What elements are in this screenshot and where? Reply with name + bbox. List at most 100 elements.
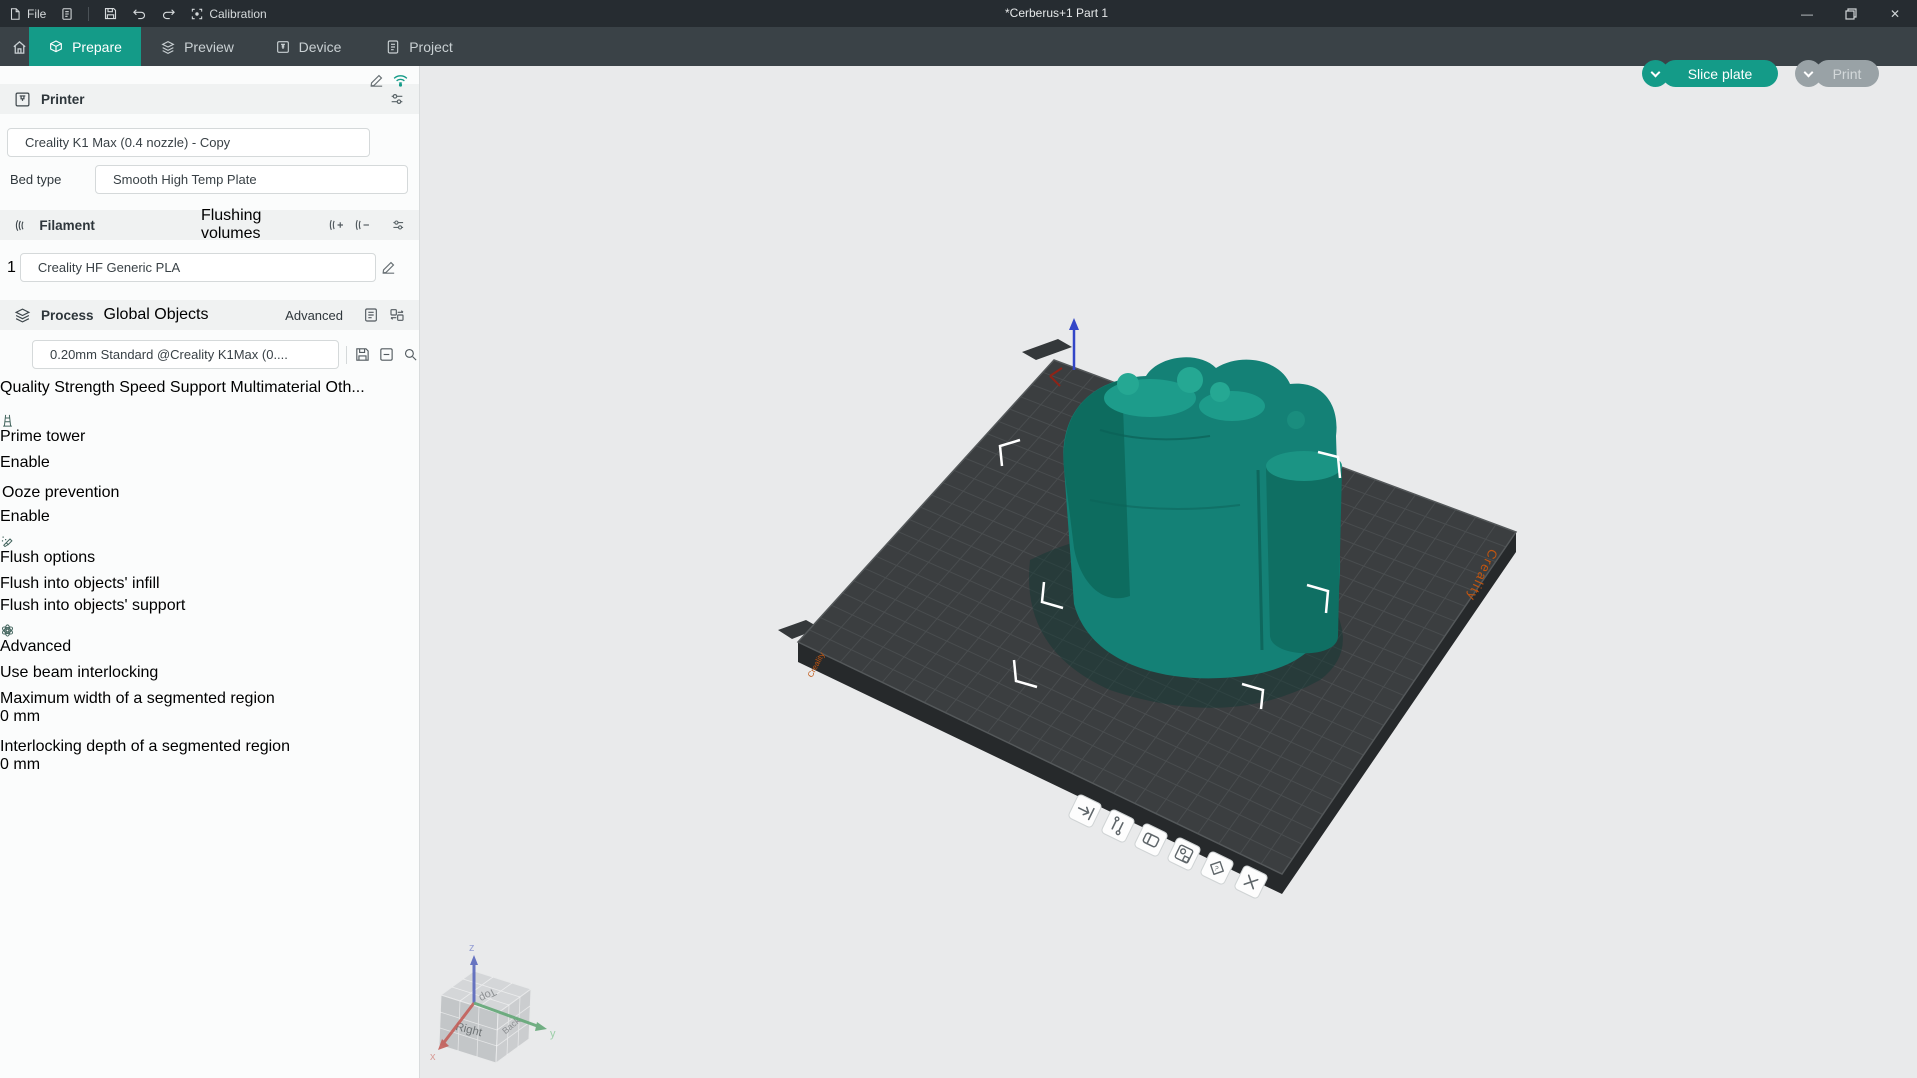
project-icon bbox=[385, 39, 401, 55]
process-preset-value: 0.20mm Standard @Creality K1Max (0.... bbox=[50, 347, 288, 362]
process-section-title: Process bbox=[41, 308, 94, 323]
file-menu[interactable]: File bbox=[8, 7, 46, 21]
interlocking-depth-label: Interlocking depth of a segmented region bbox=[0, 738, 290, 755]
filament-section-header: Filament Flushing volumes bbox=[0, 210, 419, 240]
tab-prepare-label: Prepare bbox=[72, 39, 122, 55]
slice-plate-button[interactable]: Slice plate bbox=[1662, 60, 1778, 87]
flush-options-header: Flush options bbox=[0, 534, 419, 567]
printer-settings-icon[interactable] bbox=[389, 91, 405, 107]
tab-support[interactable]: Support bbox=[170, 379, 226, 396]
flush-support-label: Flush into objects' support bbox=[0, 597, 185, 614]
max-width-value: 0 bbox=[0, 708, 9, 725]
save-preset-icon[interactable] bbox=[354, 346, 371, 363]
filament-slot-badge: 1 bbox=[7, 259, 16, 277]
ooze-prevention-title: Ooze prevention bbox=[2, 484, 119, 501]
scope-objects[interactable]: Objects bbox=[154, 306, 208, 323]
filament-settings-icon[interactable] bbox=[391, 217, 406, 233]
wifi-icon[interactable] bbox=[392, 72, 409, 89]
edit-filament-icon[interactable] bbox=[380, 259, 397, 276]
filament-section-title: Filament bbox=[39, 218, 95, 233]
max-width-input[interactable]: 0 mm bbox=[0, 708, 419, 726]
process-preset-select[interactable]: 0.20mm Standard @Creality K1Max (0.... bbox=[32, 340, 339, 369]
bed-type-label: Bed type bbox=[10, 172, 95, 187]
window-title: *Cerberus+1 Part 1 bbox=[1005, 6, 1108, 20]
param-table-icon[interactable] bbox=[363, 307, 379, 323]
undo-icon[interactable] bbox=[132, 6, 147, 21]
file-menu-label: File bbox=[27, 7, 46, 21]
prime-tower-title: Prime tower bbox=[0, 428, 85, 445]
tab-multimaterial[interactable]: Multimaterial bbox=[230, 379, 321, 396]
redo-icon[interactable] bbox=[161, 6, 176, 21]
printer-name: Creality K1 Max (0.4 nozzle) - Copy bbox=[25, 135, 230, 150]
tab-preview-label: Preview bbox=[184, 39, 234, 55]
flushing-volumes-button[interactable]: Flushing volumes bbox=[201, 207, 314, 243]
tab-project[interactable]: Project bbox=[380, 27, 458, 66]
flush-options-icon bbox=[0, 534, 15, 549]
ooze-enable-label: Enable bbox=[0, 508, 50, 525]
advanced-label: Advanced bbox=[285, 308, 343, 323]
print-button[interactable]: Print bbox=[1815, 60, 1879, 87]
interlocking-depth-input[interactable]: 0 mm bbox=[0, 756, 419, 774]
printer-section-title: Printer bbox=[41, 92, 85, 107]
print-button-label: Print bbox=[1833, 66, 1862, 82]
home-icon bbox=[11, 39, 28, 56]
close-button[interactable]: ✕ bbox=[1873, 0, 1917, 27]
device-icon bbox=[275, 39, 291, 55]
edit-printer-icon[interactable] bbox=[368, 72, 385, 89]
filament-select[interactable]: Creality HF Generic PLA bbox=[20, 253, 376, 282]
plate-tab-back bbox=[1022, 339, 1072, 360]
tab-others[interactable]: Oth... bbox=[326, 379, 365, 396]
save-icon[interactable] bbox=[103, 6, 118, 21]
calibration-menu-label: Calibration bbox=[209, 7, 266, 21]
axis-y-label: y bbox=[550, 1028, 556, 1040]
tab-project-label: Project bbox=[409, 39, 453, 55]
printer-section-header: Printer bbox=[0, 84, 419, 114]
printer-icon bbox=[14, 91, 31, 108]
flush-options-title: Flush options bbox=[0, 549, 95, 566]
prepare-icon bbox=[48, 39, 64, 55]
advanced-settings-icon bbox=[0, 623, 15, 638]
advanced-settings-title: Advanced bbox=[0, 638, 71, 655]
remove-preset-icon[interactable] bbox=[378, 346, 395, 363]
max-width-unit: mm bbox=[13, 708, 40, 725]
model-cerberus-part[interactable] bbox=[1063, 357, 1342, 678]
axis-x-label: x bbox=[430, 1051, 436, 1063]
tab-speed[interactable]: Speed bbox=[119, 379, 165, 396]
printer-select[interactable]: Creality K1 Max (0.4 nozzle) - Copy bbox=[7, 128, 370, 157]
advanced-settings-header: Advanced bbox=[0, 623, 419, 656]
bed-type-select[interactable]: Smooth High Temp Plate bbox=[95, 165, 408, 194]
interlocking-depth-unit: mm bbox=[13, 756, 40, 773]
notes-icon[interactable] bbox=[60, 7, 74, 21]
calibration-menu[interactable]: Calibration bbox=[190, 7, 266, 21]
tab-preview[interactable]: Preview bbox=[155, 27, 239, 66]
tab-quality[interactable]: Quality bbox=[0, 379, 50, 396]
navigation-cube[interactable]: Top Right Back x y z bbox=[430, 942, 556, 1063]
process-icon bbox=[14, 307, 31, 324]
axis-z-label: z bbox=[469, 942, 475, 954]
compare-preset-icon[interactable] bbox=[389, 307, 405, 323]
interlocking-depth-value: 0 bbox=[0, 756, 9, 773]
flushing-volumes-label: Flushing volumes bbox=[201, 207, 261, 242]
process-section-header: Process Global Objects Advanced bbox=[0, 300, 419, 330]
restore-button[interactable] bbox=[1829, 0, 1873, 27]
slice-plate-label: Slice plate bbox=[1688, 66, 1753, 82]
tab-device[interactable]: Device bbox=[270, 27, 346, 66]
add-filament-icon[interactable] bbox=[328, 216, 344, 234]
filament-icon bbox=[14, 217, 29, 234]
tab-strength[interactable]: Strength bbox=[54, 379, 114, 396]
sidebar: Printer Creality K1 Max (0.4 nozzle) - C… bbox=[0, 66, 420, 1078]
tab-prepare[interactable]: Prepare bbox=[29, 27, 141, 66]
search-preset-icon[interactable] bbox=[402, 346, 419, 363]
file-icon bbox=[8, 7, 22, 21]
beam-interlocking-label: Use beam interlocking bbox=[0, 664, 158, 681]
minimize-button[interactable]: — bbox=[1785, 0, 1829, 27]
scope-global[interactable]: Global bbox=[104, 306, 150, 323]
flush-infill-label: Flush into objects' infill bbox=[0, 575, 160, 592]
process-scope-toggle[interactable]: Global Objects bbox=[104, 306, 209, 324]
main-navbar: Prepare Preview Device Project Slice pla… bbox=[0, 27, 1917, 66]
tab-device-label: Device bbox=[299, 39, 342, 55]
remove-filament-icon[interactable] bbox=[354, 216, 370, 234]
preview-icon bbox=[160, 39, 176, 55]
process-tabs: Quality Strength Speed Support Multimate… bbox=[0, 379, 419, 397]
titlebar-separator bbox=[88, 7, 89, 21]
